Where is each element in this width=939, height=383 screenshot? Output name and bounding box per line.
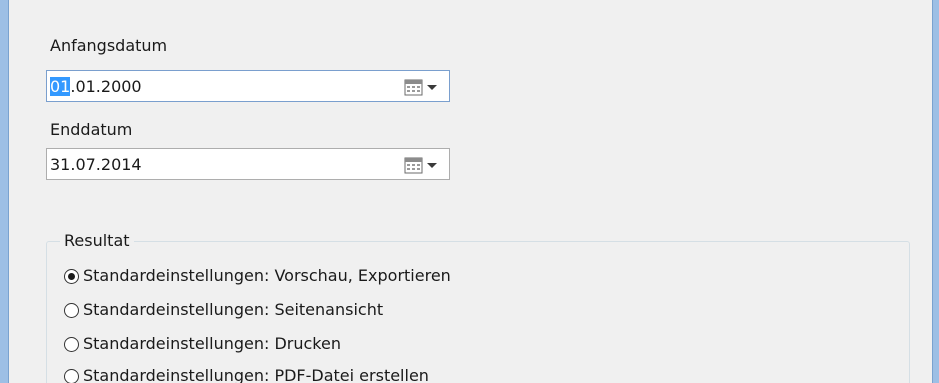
- start-date-selected-part: 01: [50, 77, 71, 96]
- radio-button[interactable]: [64, 268, 79, 284]
- radio-button[interactable]: [64, 368, 79, 383]
- calendar-dropdown-icon[interactable]: [403, 156, 443, 174]
- window-right-border: [932, 0, 939, 383]
- end-date-picker[interactable]: 31.07.2014: [46, 148, 450, 180]
- radio-button[interactable]: [64, 302, 79, 318]
- start-date-rest: .01.2000: [70, 77, 142, 96]
- start-date-value[interactable]: 01.01.2000: [50, 77, 142, 97]
- start-date-label: Anfangsdatum: [50, 36, 168, 55]
- radio-label: Standardeinstellungen: Seitenansicht: [83, 300, 384, 319]
- radio-option-preview-export[interactable]: Standardeinstellungen: Vorschau, Exporti…: [64, 265, 451, 287]
- radio-button[interactable]: [64, 336, 79, 352]
- radio-option-create-pdf[interactable]: Standardeinstellungen: PDF-Datei erstell…: [64, 365, 429, 383]
- radio-option-page-view[interactable]: Standardeinstellungen: Seitenansicht: [64, 299, 383, 321]
- end-date-label: Enddatum: [50, 120, 133, 139]
- end-date-value[interactable]: 31.07.2014: [50, 155, 142, 175]
- radio-label: Standardeinstellungen: PDF-Datei erstell…: [83, 366, 429, 383]
- result-group-title: Resultat: [60, 231, 134, 251]
- radio-label: Standardeinstellungen: Drucken: [83, 334, 341, 353]
- dialog-window: Anfangsdatum 01.01.2000 Enddatum 31.07.2…: [0, 0, 939, 383]
- window-left-border: [0, 0, 9, 383]
- radio-label: Standardeinstellungen: Vorschau, Exporti…: [83, 266, 451, 285]
- radio-option-print[interactable]: Standardeinstellungen: Drucken: [64, 333, 341, 355]
- start-date-picker[interactable]: 01.01.2000: [46, 70, 450, 102]
- calendar-dropdown-icon[interactable]: [403, 78, 443, 96]
